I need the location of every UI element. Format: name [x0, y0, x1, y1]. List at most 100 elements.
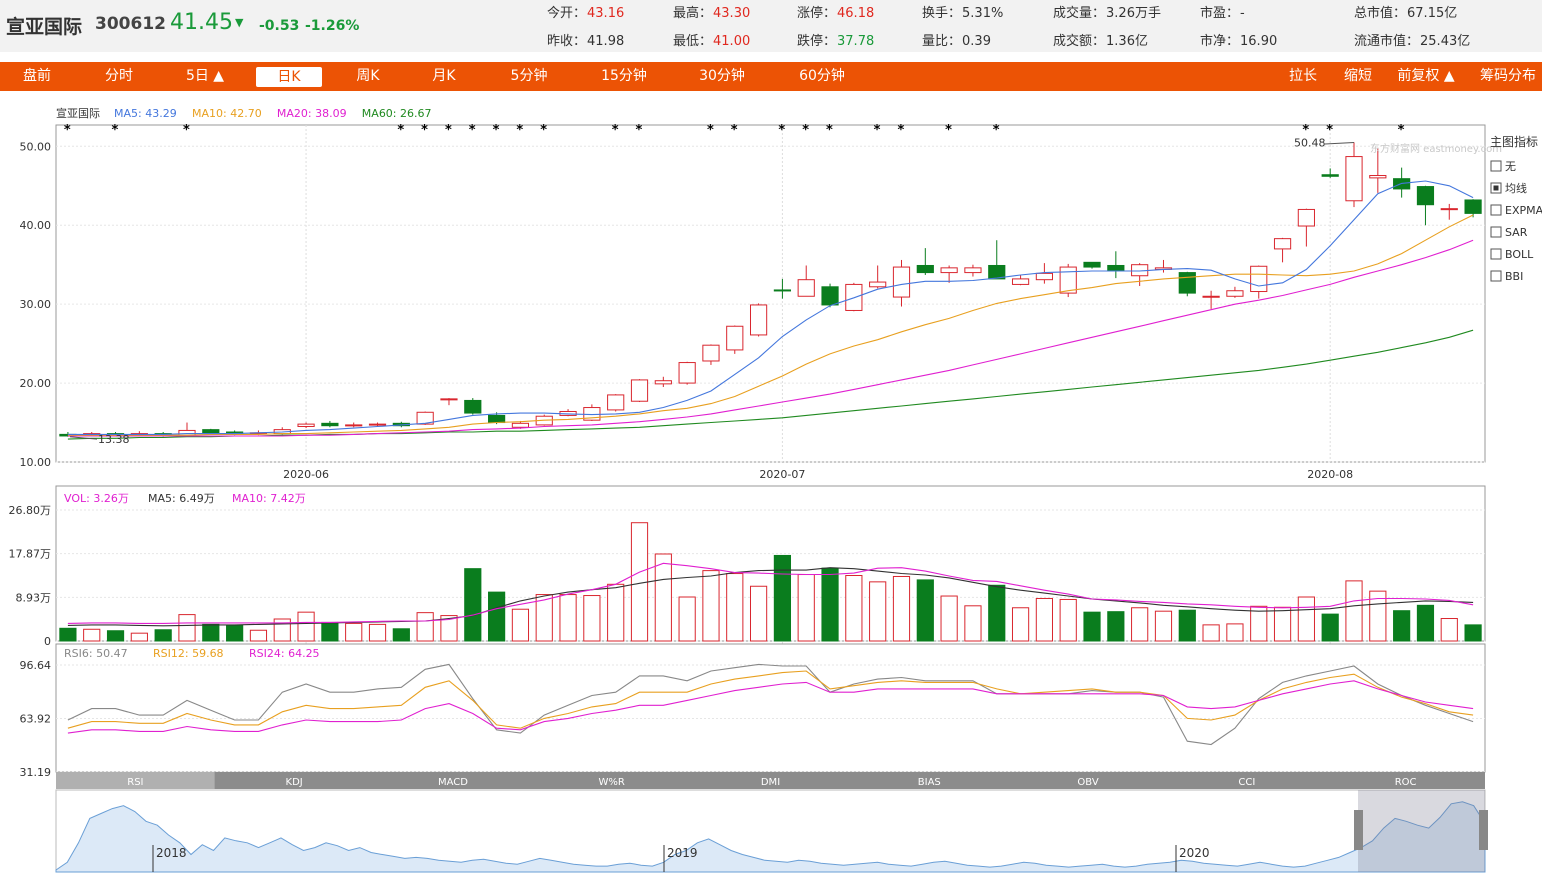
volume-bar[interactable] [964, 605, 982, 642]
volume-bar[interactable] [59, 627, 77, 642]
range-handle-left[interactable] [1354, 810, 1363, 850]
nav-tab[interactable]: 5分钟 [494, 62, 564, 91]
candle[interactable] [892, 266, 911, 298]
candle[interactable] [1226, 290, 1244, 297]
nav-tab[interactable]: 周K [333, 62, 403, 91]
candle[interactable] [726, 325, 744, 351]
candle[interactable] [1464, 199, 1482, 214]
volume-bar[interactable] [464, 568, 482, 642]
volume-bar[interactable] [321, 621, 339, 642]
nav-action[interactable]: 前复权 ▲ [1391, 62, 1461, 91]
candle[interactable] [202, 429, 220, 434]
volume-bar[interactable] [845, 575, 863, 642]
volume-bar[interactable] [1178, 609, 1196, 642]
candle[interactable] [940, 267, 958, 274]
nav-tab[interactable]: 15分钟 [589, 62, 659, 91]
overview-range-selector[interactable] [1358, 790, 1485, 872]
volume-bar[interactable] [1393, 610, 1411, 642]
candle[interactable] [1321, 174, 1339, 177]
nav-tab[interactable]: 30分钟 [687, 62, 757, 91]
volume-bar[interactable] [1011, 607, 1030, 642]
candle[interactable] [749, 304, 768, 336]
volume-bar[interactable] [345, 622, 363, 642]
indicator-checkbox[interactable] [1490, 226, 1502, 238]
candle[interactable] [654, 380, 672, 385]
volume-bar[interactable] [535, 594, 553, 642]
volume-bar[interactable] [1131, 607, 1149, 642]
indicator-checkbox[interactable] [1490, 160, 1502, 172]
candle[interactable] [607, 394, 625, 411]
volume-bar[interactable] [488, 591, 506, 642]
volume-bar[interactable] [583, 595, 601, 642]
candle[interactable] [821, 286, 839, 306]
candle[interactable] [297, 423, 315, 427]
candle[interactable] [1273, 238, 1292, 250]
volume-bar[interactable] [1321, 613, 1339, 642]
volume-bar[interactable] [106, 630, 125, 642]
volume-bar[interactable] [249, 629, 268, 642]
nav-action[interactable]: 筹码分布 [1473, 62, 1542, 91]
candle[interactable] [916, 264, 934, 274]
volume-bar[interactable] [226, 624, 244, 642]
volume-bar[interactable] [821, 567, 839, 642]
volume-bar[interactable] [559, 594, 577, 642]
candle[interactable] [702, 344, 720, 362]
volume-bar[interactable] [654, 553, 672, 642]
volume-bar[interactable] [607, 583, 625, 642]
nav-action[interactable]: 缩短 [1323, 62, 1393, 91]
stock-chart[interactable]: 50.00 40.00 30.00 20.00 10.00 2020-06 2020-07 2… [0, 96, 1542, 880]
volume-bar[interactable] [797, 574, 815, 642]
nav-tab[interactable]: 分时 [84, 62, 154, 91]
volume-bar[interactable] [702, 570, 720, 642]
candle[interactable] [1035, 272, 1053, 281]
volume-bar[interactable] [1154, 610, 1173, 642]
volume-bar[interactable] [83, 628, 101, 642]
volume-bar[interactable] [297, 611, 315, 642]
volume-bar[interactable] [988, 584, 1006, 642]
nav-tab[interactable]: 月K [409, 62, 479, 91]
candle[interactable] [488, 414, 506, 424]
candle[interactable] [1202, 295, 1220, 298]
candle[interactable] [440, 398, 458, 401]
candle[interactable] [1107, 264, 1125, 272]
indicator-checkbox[interactable] [1490, 248, 1502, 260]
indicator-checkbox[interactable] [1490, 270, 1502, 282]
candle[interactable] [511, 422, 530, 428]
nav-tab[interactable]: 日K [256, 67, 322, 87]
candle[interactable] [797, 279, 815, 297]
candle[interactable] [1059, 266, 1077, 294]
candle[interactable] [1440, 208, 1458, 211]
candle[interactable] [630, 379, 649, 402]
volume-bar[interactable] [1297, 596, 1315, 642]
volume-bar[interactable] [511, 608, 530, 642]
candle[interactable] [1250, 265, 1268, 293]
volume-bar[interactable] [130, 632, 148, 642]
volume-bar[interactable] [1273, 606, 1292, 642]
volume-bar[interactable] [869, 581, 887, 642]
volume-bar[interactable] [1416, 604, 1435, 642]
candle[interactable] [869, 281, 887, 288]
indicator-checkbox[interactable] [1490, 204, 1502, 216]
nav-tab[interactable]: 盘前 [2, 62, 72, 91]
volume-bar[interactable] [726, 573, 744, 642]
candle[interactable] [1416, 186, 1435, 206]
candle[interactable] [1178, 272, 1196, 294]
candle[interactable] [678, 362, 696, 384]
volume-bar[interactable] [1464, 624, 1482, 642]
volume-bar[interactable] [1440, 618, 1458, 642]
volume-bar[interactable] [178, 614, 196, 642]
volume-bar[interactable] [1226, 623, 1244, 642]
candle[interactable] [773, 289, 792, 292]
range-handle-right[interactable] [1479, 810, 1488, 850]
volume-bar[interactable] [678, 596, 696, 642]
volume-bar[interactable] [940, 595, 958, 642]
volume-bar[interactable] [1107, 611, 1125, 642]
candle[interactable] [964, 267, 982, 274]
volume-bar[interactable] [749, 585, 768, 642]
volume-bar[interactable] [1202, 624, 1220, 642]
candle[interactable] [1083, 261, 1101, 268]
candle[interactable] [321, 422, 339, 427]
candle[interactable] [1011, 278, 1030, 285]
volume-bar[interactable] [202, 623, 220, 642]
volume-bar[interactable] [416, 612, 434, 642]
